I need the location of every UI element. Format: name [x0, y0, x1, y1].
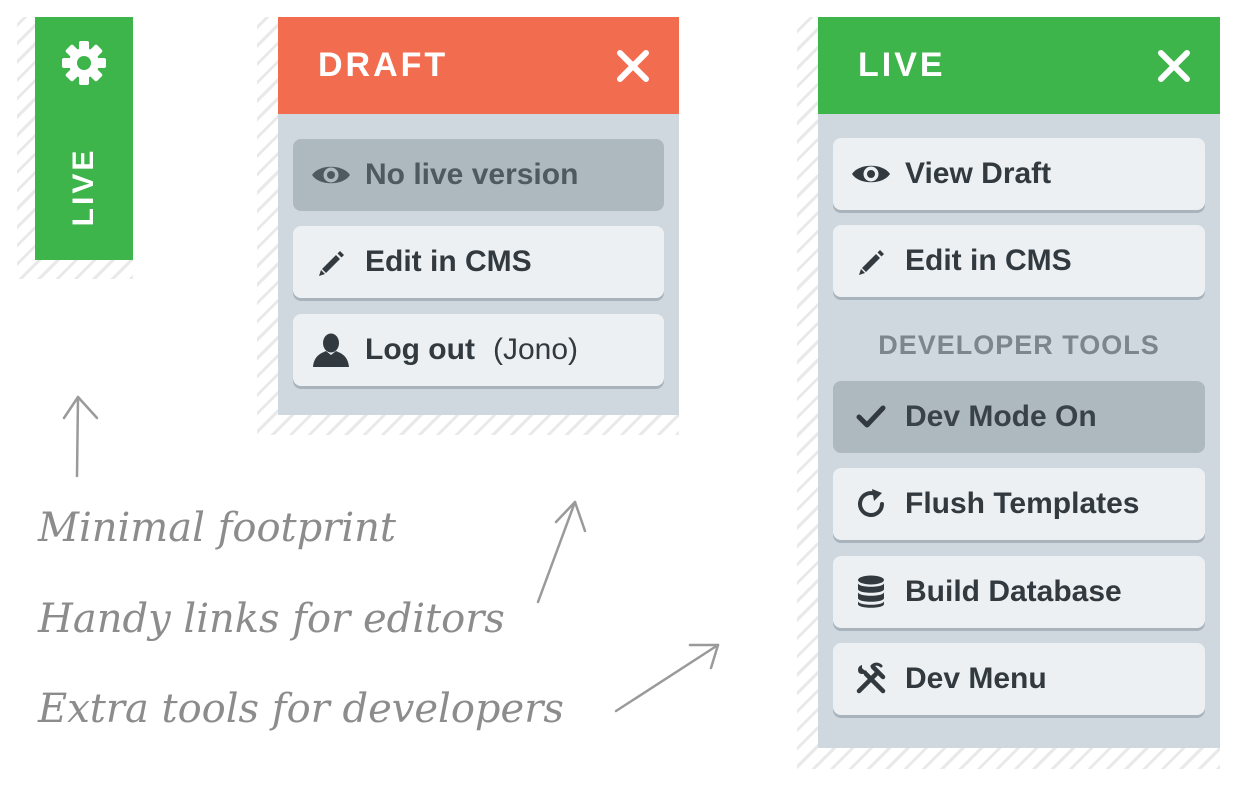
annotation-handy-links: Handy links for editors [38, 596, 505, 642]
annotation-minimal-footprint: Minimal footprint [38, 505, 396, 551]
arrow-to-live-panel [614, 643, 720, 713]
annotation-extra-tools: Extra tools for developers [38, 686, 564, 732]
